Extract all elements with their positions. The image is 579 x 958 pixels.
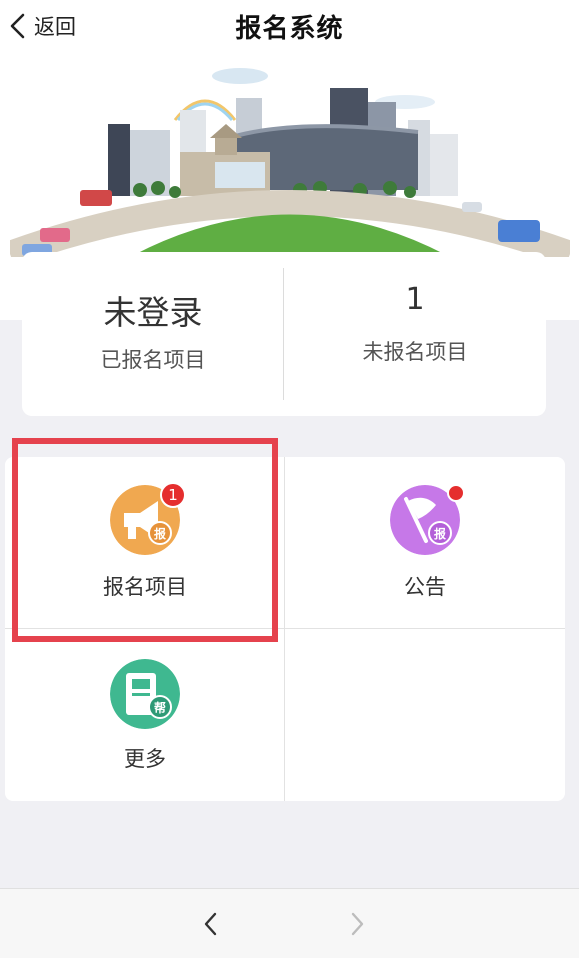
menu-item-label: 公告 bbox=[404, 575, 446, 599]
svg-text:报: 报 bbox=[434, 526, 446, 541]
stat-unregistered[interactable]: 1 未报名项目 bbox=[284, 252, 546, 416]
menu-item-announcement[interactable]: 报 公告 bbox=[285, 457, 565, 629]
stats-card: 未登录 已报名项目 1 未报名项目 bbox=[22, 252, 546, 416]
page-title: 报名系统 bbox=[235, 14, 344, 44]
book-icon: 帮 bbox=[110, 659, 180, 729]
menu-item-label: 更多 bbox=[124, 747, 166, 771]
notification-badge: 1 bbox=[160, 482, 186, 508]
stat-registered[interactable]: 未登录 已报名项目 bbox=[22, 252, 284, 416]
svg-text:报: 报 bbox=[154, 526, 166, 541]
stat-label: 未报名项目 bbox=[362, 340, 468, 364]
svg-text:帮: 帮 bbox=[154, 700, 166, 715]
top-bar: 返回 报名系统 bbox=[0, 0, 579, 52]
back-nav-icon[interactable] bbox=[196, 909, 226, 939]
stat-value: 未登录 bbox=[103, 293, 203, 332]
menu-grid: 报 1 报名项目 报 公告 帮 更多 bbox=[5, 457, 565, 801]
notification-dot bbox=[447, 484, 465, 502]
city-illustration bbox=[10, 68, 570, 257]
menu-item-label: 报名项目 bbox=[103, 575, 187, 599]
stat-label: 已报名项目 bbox=[100, 348, 206, 372]
bottom-nav-bar bbox=[0, 888, 579, 958]
stat-value: 1 bbox=[405, 282, 425, 317]
forward-nav-icon[interactable] bbox=[342, 909, 372, 939]
menu-item-registration[interactable]: 报 1 报名项目 bbox=[5, 457, 285, 629]
menu-item-more[interactable]: 帮 更多 bbox=[5, 629, 285, 801]
